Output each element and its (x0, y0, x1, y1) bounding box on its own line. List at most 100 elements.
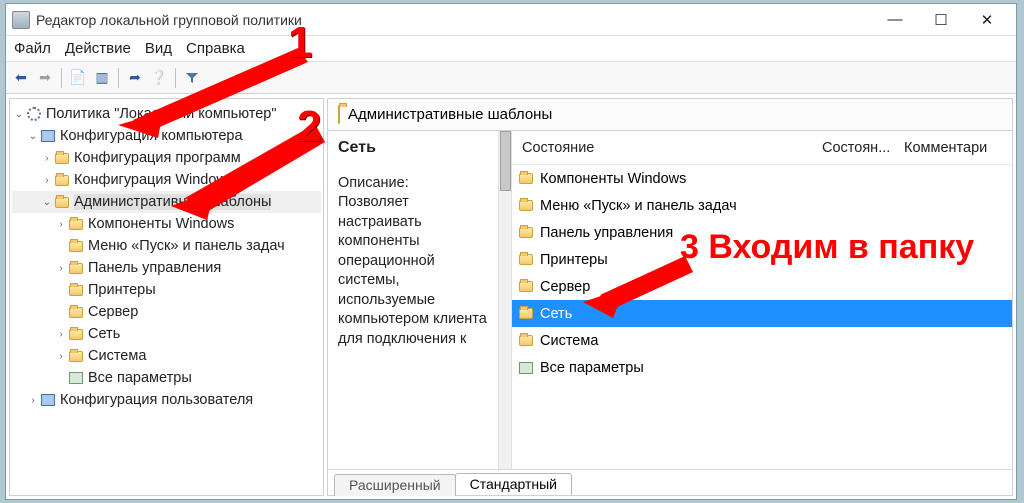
list-item[interactable]: Сервер (512, 273, 1012, 300)
titlebar: Редактор локальной групповой политики — … (6, 4, 1016, 36)
folder-icon (69, 219, 83, 230)
tab-bar: Расширенный Стандартный (328, 469, 1012, 495)
details-header-title: Административные шаблоны (348, 106, 552, 123)
minimize-button[interactable]: — (872, 6, 918, 34)
folder-icon (55, 175, 69, 186)
tree-all-settings[interactable]: Все параметры (12, 367, 321, 389)
tree-software-settings[interactable]: ›Конфигурация программ (12, 147, 321, 169)
toolbar-separator (61, 68, 62, 88)
list-item-label: Меню «Пуск» и панель задач (540, 198, 737, 214)
tree-label: Система (88, 348, 146, 364)
tree-label: Все параметры (88, 370, 192, 386)
list-item[interactable]: Принтеры (512, 246, 1012, 273)
help-button[interactable]: ❔ (148, 67, 170, 89)
forward-button[interactable]: ➡ (34, 67, 56, 89)
tree-label: Сеть (88, 326, 120, 342)
tree-windows-settings[interactable]: ›Конфигурация Windows (12, 169, 321, 191)
details-pane: Административные шаблоны Сеть Описание: … (327, 98, 1013, 496)
list-item-label: Сервер (540, 279, 590, 295)
tree-network[interactable]: ›Сеть (12, 323, 321, 345)
tree-control-panel[interactable]: ›Панель управления (12, 257, 321, 279)
list-item[interactable]: Меню «Пуск» и панель задач (512, 192, 1012, 219)
tree-admin-templates[interactable]: ⌄Административные шаблоны (12, 191, 321, 213)
list-item-label: Сеть (540, 306, 572, 322)
folder-icon (518, 171, 534, 187)
list-item[interactable]: Система (512, 327, 1012, 354)
scrollbar[interactable] (498, 131, 512, 469)
menu-help[interactable]: Справка (186, 40, 245, 57)
tree: ⌄Политика "Локальный компьютер" ⌄Конфигу… (10, 99, 323, 415)
settings-icon (518, 360, 534, 376)
list-item[interactable]: Панель управления (512, 219, 1012, 246)
description-text: Позволяет настраивать компоненты операци… (338, 193, 488, 350)
menu-view[interactable]: Вид (145, 40, 172, 57)
window-title: Редактор локальной групповой политики (36, 12, 872, 28)
folder-icon (518, 252, 534, 268)
tree-pane: ⌄Политика "Локальный компьютер" ⌄Конфигу… (9, 98, 324, 496)
policy-icon (27, 107, 41, 121)
details-header: Административные шаблоны (328, 99, 1012, 131)
folder-icon (518, 198, 534, 214)
tree-user-config[interactable]: ›Конфигурация пользователя (12, 389, 321, 411)
col-state-1[interactable]: Состояние (512, 140, 812, 156)
item-list: Состояние Состоян... Комментари Компонен… (512, 131, 1012, 469)
tree-label: Панель управления (88, 260, 221, 276)
app-icon (12, 11, 30, 29)
tree-system[interactable]: ›Система (12, 345, 321, 367)
tree-startmenu[interactable]: Меню «Пуск» и панель задач (12, 235, 321, 257)
list-item[interactable]: Все параметры (512, 354, 1012, 381)
tree-label: Сервер (88, 304, 138, 320)
tree-label: Конфигурация компьютера (60, 128, 243, 144)
toolbar: ⬅ ➡ 📄 ▥ ➦ ❔ (6, 62, 1016, 94)
tree-label: Административные шаблоны (74, 194, 271, 210)
folder-icon (55, 197, 69, 208)
details-body: Сеть Описание: Позволяет настраивать ком… (328, 131, 1012, 469)
tree-label: Меню «Пуск» и панель задач (88, 238, 285, 254)
filter-button[interactable] (181, 67, 203, 89)
folder-icon (69, 307, 83, 318)
list-item[interactable]: Сеть (512, 300, 1012, 327)
up-button[interactable]: 📄 (67, 67, 89, 89)
settings-icon (69, 372, 83, 384)
tree-server[interactable]: Сервер (12, 301, 321, 323)
user-icon (41, 394, 55, 406)
tree-label: Конфигурация Windows (74, 172, 234, 188)
folder-icon (518, 306, 534, 322)
folder-icon (69, 351, 83, 362)
tree-label: Компоненты Windows (88, 216, 234, 232)
tree-root[interactable]: ⌄Политика "Локальный компьютер" (12, 103, 321, 125)
toolbar-separator (175, 68, 176, 88)
folder-icon (338, 105, 340, 124)
list-item-label: Компоненты Windows (540, 171, 686, 187)
list-item[interactable]: Компоненты Windows (512, 165, 1012, 192)
list-item-label: Система (540, 333, 598, 349)
column-headers: Состояние Состоян... Комментари (512, 131, 1012, 165)
gpedit-window: Редактор локальной групповой политики — … (5, 3, 1017, 500)
selection-heading: Сеть (338, 139, 488, 157)
tree-printers[interactable]: Принтеры (12, 279, 321, 301)
computer-icon (41, 130, 55, 142)
menu-action[interactable]: Действие (65, 40, 131, 57)
list-item-label: Все параметры (540, 360, 644, 376)
tab-extended[interactable]: Расширенный (334, 474, 456, 496)
tree-computer-config[interactable]: ⌄Конфигурация компьютера (12, 125, 321, 147)
maximize-button[interactable]: ☐ (918, 6, 964, 34)
tree-label: Конфигурация программ (74, 150, 241, 166)
col-comment[interactable]: Комментари (894, 140, 1012, 156)
folder-icon (69, 285, 83, 296)
folder-icon (69, 241, 83, 252)
folder-icon (518, 279, 534, 295)
col-state-2[interactable]: Состоян... (812, 140, 894, 156)
tree-label: Конфигурация пользователя (60, 392, 253, 408)
tab-standard[interactable]: Стандартный (455, 473, 572, 495)
menubar: Файл Действие Вид Справка (6, 36, 1016, 62)
menu-file[interactable]: Файл (14, 40, 51, 57)
back-button[interactable]: ⬅ (10, 67, 32, 89)
properties-button[interactable]: ▥ (91, 67, 113, 89)
export-button[interactable]: ➦ (124, 67, 146, 89)
content-body: ⌄Политика "Локальный компьютер" ⌄Конфигу… (6, 94, 1016, 499)
description-label: Описание: (338, 175, 488, 191)
tree-components[interactable]: ›Компоненты Windows (12, 213, 321, 235)
close-button[interactable]: ✕ (964, 6, 1010, 34)
scrollbar-thumb[interactable] (500, 131, 511, 191)
